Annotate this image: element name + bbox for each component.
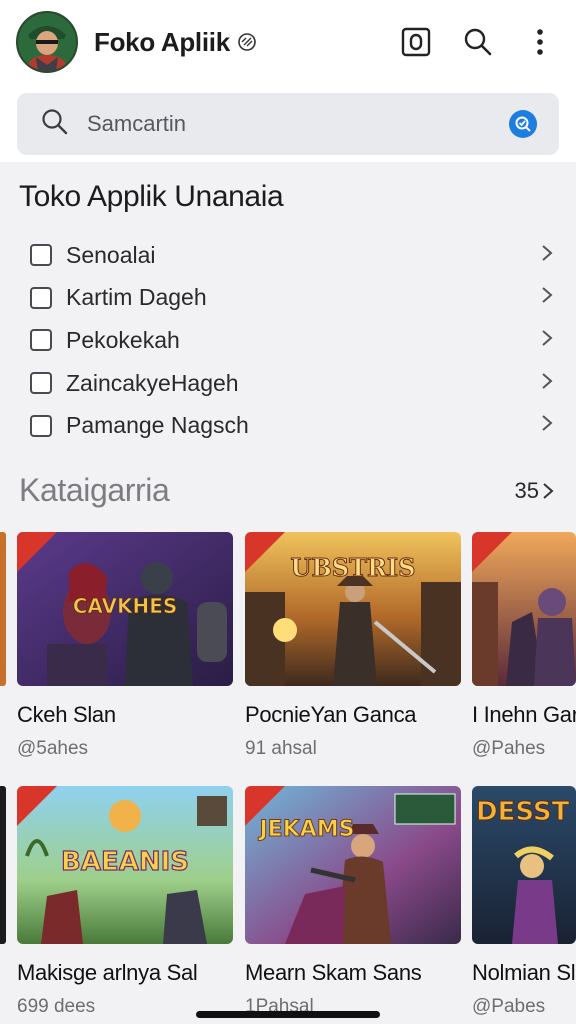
verified-badge-icon xyxy=(236,31,258,53)
game-title: PocnieYan Ganca xyxy=(245,702,417,727)
checkbox[interactable] xyxy=(30,329,52,352)
checkbox[interactable] xyxy=(30,414,52,437)
search-icon[interactable] xyxy=(462,26,494,58)
game-card[interactable]: I Inehn Gar @Pahes xyxy=(472,532,576,760)
game-row: BAEANIS Makisge arlnya Sal 699 dees JEKA… xyxy=(0,786,576,1024)
game-title: Nolmian Sl xyxy=(472,960,576,985)
check-item-label: ZaincakyeHageh xyxy=(66,369,239,396)
check-item[interactable]: Kartim Dageh xyxy=(0,277,576,320)
game-meta: 91 ahsal xyxy=(245,738,317,759)
chevron-right-icon xyxy=(543,482,554,499)
game-thumbnail[interactable]: UBSTRIS xyxy=(245,532,461,686)
game-row: CAVKHES Ckeh Slan @5ahes UBSTRIS PocnieY… xyxy=(0,532,576,772)
search-badge-icon[interactable] xyxy=(509,110,537,138)
chevron-right-icon xyxy=(540,414,554,437)
partial-card-edge xyxy=(0,786,6,944)
thumbnail-logo-text: DESST xyxy=(476,797,570,827)
game-card[interactable]: BAEANIS Makisge arlnya Sal 699 dees xyxy=(17,786,233,1018)
game-title: Ckeh Slan xyxy=(17,702,116,727)
home-indicator[interactable] xyxy=(196,1011,380,1018)
game-card[interactable]: CAVKHES Ckeh Slan @5ahes xyxy=(17,532,233,760)
game-title: I Inehn Gar xyxy=(472,702,576,727)
checkbox[interactable] xyxy=(30,286,52,309)
partial-card-edge xyxy=(0,532,6,686)
camera-icon[interactable] xyxy=(400,26,432,58)
app-bar: Foko Apliik xyxy=(0,0,576,84)
check-item[interactable]: Pamange Nagsch xyxy=(0,404,576,447)
checkbox[interactable] xyxy=(30,372,52,395)
check-item-label: Senoalai xyxy=(66,241,156,268)
category-title: Kataigarria xyxy=(19,472,170,508)
chevron-right-icon xyxy=(540,286,554,309)
game-meta: @Pahes xyxy=(472,738,546,759)
game-card[interactable]: UBSTRIS PocnieYan Ganca 91 ahsal xyxy=(245,532,461,760)
game-thumbnail[interactable]: JEKAMS xyxy=(245,786,461,944)
game-thumbnail[interactable]: DESST xyxy=(472,786,576,944)
search-bar[interactable]: Samcartin xyxy=(17,93,559,155)
game-thumbnail[interactable] xyxy=(472,532,576,686)
thumbnail-logo-text: UBSTRIS xyxy=(291,553,416,582)
check-item[interactable]: Pekokekah xyxy=(0,319,576,362)
thumbnail-logo-text: CAVKHES xyxy=(73,594,178,618)
game-card[interactable]: DESST Nolmian Sl @Pabes xyxy=(472,786,576,1018)
thumbnail-logo-text: JEKAMS xyxy=(257,817,354,842)
check-item-label: Pamange Nagsch xyxy=(66,412,249,439)
check-item[interactable]: ZaincakyeHageh xyxy=(0,362,576,405)
filter-checklist: Senoalai Kartim Dageh Pekokekah Zaincaky… xyxy=(0,234,576,447)
game-meta: @Pabes xyxy=(472,996,546,1017)
search-icon xyxy=(41,108,69,141)
thumbnail-logo-text: BAEANIS xyxy=(61,847,189,877)
game-thumbnail[interactable]: BAEANIS xyxy=(17,786,233,944)
chevron-right-icon xyxy=(540,372,554,395)
section-title: Toko Applik Unanaia xyxy=(19,180,284,213)
more-vert-icon[interactable] xyxy=(524,26,556,58)
game-title: Makisge arlnya Sal xyxy=(17,960,198,985)
app-title: Foko Apliik xyxy=(94,26,230,57)
checkbox[interactable] xyxy=(30,244,52,267)
category-see-all[interactable]: 35 xyxy=(515,478,555,504)
chevron-right-icon xyxy=(540,244,554,267)
check-item-label: Pekokekah xyxy=(66,326,180,353)
category-header: Kataigarria 35 xyxy=(19,472,555,509)
search-input[interactable]: Samcartin xyxy=(87,111,509,137)
avatar[interactable] xyxy=(16,11,78,73)
game-title: Mearn Skam Sans xyxy=(245,960,422,985)
game-thumbnail[interactable]: CAVKHES xyxy=(17,532,233,686)
game-card[interactable]: JEKAMS Mearn Skam Sans 1Pahsal xyxy=(245,786,461,1018)
check-item[interactable]: Senoalai xyxy=(0,234,576,277)
chevron-right-icon xyxy=(540,329,554,352)
category-count: 35 xyxy=(514,477,539,503)
check-item-label: Kartim Dageh xyxy=(66,284,207,311)
game-meta: @5ahes xyxy=(17,738,89,759)
